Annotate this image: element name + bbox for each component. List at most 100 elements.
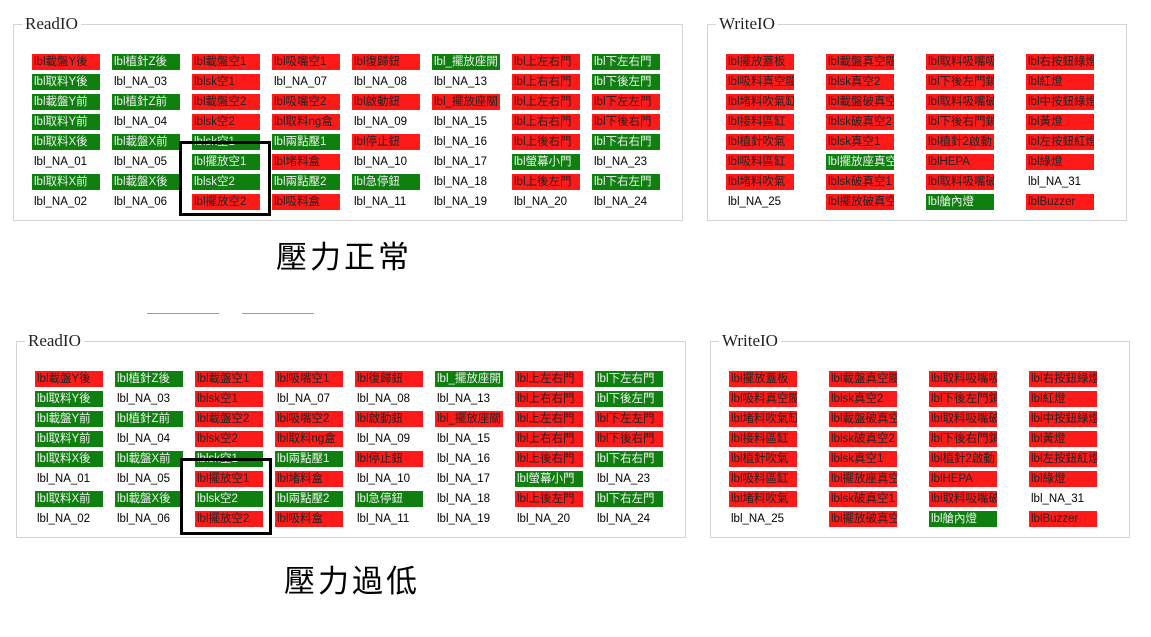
io-label: lbl取料X後 <box>35 451 103 467</box>
readio-group-normal: ReadIO lbl載盤Y後 lbl植針Z後 lbl載盤空1 lbl吸嘴空1 lbl復歸… <box>13 15 683 221</box>
io-label: lbl吸料區缸 <box>726 154 794 170</box>
io-label: lbl取料Y前 <box>32 114 100 130</box>
io-label: lbl啟動鈕 <box>355 411 423 427</box>
io-label: lblsk破真空1 <box>829 491 897 507</box>
io-label: lbl取料吸嘴吸 <box>929 371 997 387</box>
io-label: lbl黃燈 <box>1026 114 1094 130</box>
io-label: lbl載盤空2 <box>195 411 263 427</box>
io-label: lbl堵料吹氣 <box>726 174 794 190</box>
io-label: lbl植針Z後 <box>115 371 183 387</box>
io-label: lblsk空1 <box>195 391 263 407</box>
io-label: lbl取料吸嘴破新 <box>929 491 997 507</box>
io-label: lbl_NA_06 <box>117 513 171 525</box>
io-label: lbl_NA_23 <box>597 473 651 485</box>
io-label: lbl_NA_09 <box>354 116 408 128</box>
io-label: lbl吸料真空閥 <box>726 74 794 90</box>
io-label: lbl艙內燈 <box>929 511 997 527</box>
io-label: lbl_NA_31 <box>1028 176 1082 188</box>
io-label: lbl_NA_18 <box>437 493 491 505</box>
io-label: lbl右按鈕綠燈 <box>1026 54 1094 70</box>
io-label: lbl上左右門 <box>512 54 580 70</box>
io-label: lbl堵料盒 <box>272 154 340 170</box>
io-label: lbl上右右門 <box>515 431 583 447</box>
io-label: lbl吸料真空閥 <box>729 391 797 407</box>
io-label: lbl下後右門鎖 <box>926 114 994 130</box>
separator-line-right <box>242 313 314 314</box>
io-label: lbl載盤X後 <box>115 491 183 507</box>
highlight-box-normal <box>179 141 271 216</box>
io-label: lbl_NA_08 <box>354 76 408 88</box>
readio-grid: lbl載盤Y後 lbl植針Z後 lbl載盤空1 lbl吸嘴空1 lbl復歸鈕 lbl_擺放… <box>32 54 672 210</box>
io-label: lbl_NA_25 <box>731 513 785 525</box>
io-label: lbl_NA_17 <box>437 473 491 485</box>
io-label: lbl_NA_19 <box>437 513 491 525</box>
io-label: lbl堵料吹氣缸 <box>729 411 797 427</box>
io-label: lbl艙內燈 <box>926 194 994 210</box>
io-label: lbl_NA_31 <box>1031 493 1085 505</box>
io-label: lbl上右右門 <box>515 391 583 407</box>
io-label: lblsk破真空2 <box>826 114 894 130</box>
io-label: lbl左按鈕紅燈 <box>1029 451 1097 467</box>
io-label: lblsk空2 <box>192 114 260 130</box>
io-label: lbl吸料盒 <box>275 511 343 527</box>
io-label: lbl堵料吹氣缸 <box>726 94 794 110</box>
io-label: lbl載盤X後 <box>112 174 180 190</box>
io-label: lbl_NA_20 <box>517 513 571 525</box>
io-label: lbl_NA_01 <box>37 473 91 485</box>
io-label: lbl下後右門 <box>592 114 660 130</box>
io-label: lbl下後右門鎖 <box>929 431 997 447</box>
separator-line-left <box>147 313 219 314</box>
io-label: lbl_NA_07 <box>274 76 328 88</box>
io-label: lblBuzzer <box>1026 194 1094 210</box>
io-label: lbl上後右門 <box>515 451 583 467</box>
io-label: lbl_NA_10 <box>357 473 411 485</box>
io-label: lbl上後右門 <box>512 134 580 150</box>
io-label: lbl吸嘴空1 <box>275 371 343 387</box>
io-label: lbl_NA_04 <box>117 433 171 445</box>
io-label: lblsk空2 <box>195 431 263 447</box>
io-label: lbl啟動鈕 <box>352 94 420 110</box>
io-label: lbl取料吸嘴破舊 <box>929 411 997 427</box>
io-label: lbl_NA_05 <box>117 473 171 485</box>
io-label: lbl下後左門 <box>592 74 660 90</box>
io-label: lbl_NA_13 <box>434 76 488 88</box>
io-label: lblsk破真空1 <box>826 174 894 190</box>
io-label: lblBuzzer <box>1029 511 1097 527</box>
io-label: lbl取料X後 <box>32 134 100 150</box>
io-label: lbl兩點壓2 <box>275 491 343 507</box>
io-label: lbl_NA_16 <box>437 453 491 465</box>
io-label: lbl_NA_04 <box>114 116 168 128</box>
io-label: lblsk破真空2 <box>829 431 897 447</box>
io-label: lbl_NA_10 <box>354 156 408 168</box>
io-label: lbl擺放破真空 <box>829 511 897 527</box>
io-label: lbl上左右門 <box>515 411 583 427</box>
io-label: lbl_NA_03 <box>114 76 168 88</box>
io-label: lbl螢幕小門 <box>512 154 580 170</box>
writeio-legend: WriteIO <box>719 332 781 350</box>
io-label: lbl擺放座真空 <box>829 471 897 487</box>
io-label: lbl載盤空2 <box>192 94 260 110</box>
io-label: lbl復歸鈕 <box>352 54 420 70</box>
io-label: lbl_擺放座開 <box>432 54 500 70</box>
io-label: lbl_擺放座開 <box>435 371 503 387</box>
caption-low: 壓力過低 <box>284 564 420 600</box>
io-label: lbl_NA_08 <box>357 393 411 405</box>
io-label: lbl急停鈕 <box>355 491 423 507</box>
io-label: lbl綠燈 <box>1026 154 1094 170</box>
writeio-grid: lbl擺放蓋板 lbl載盤真空閥 lbl取料吸嘴吸 lbl右按鈕綠燈 lbl吸料真空閥 l… <box>726 54 1126 210</box>
io-label: lbl_NA_15 <box>434 116 488 128</box>
io-label: lbl植針Z前 <box>112 94 180 110</box>
readio-legend: ReadIO <box>25 332 84 350</box>
io-label: lbl下左右門 <box>592 54 660 70</box>
io-label: lbl吸嘴空2 <box>275 411 343 427</box>
io-label: lbl下後左門鎖 <box>929 391 997 407</box>
io-label: lbl黃燈 <box>1029 431 1097 447</box>
io-label: lbl上後左門 <box>512 174 580 190</box>
highlight-box-low <box>180 458 272 535</box>
io-label: lbl急停鈕 <box>352 174 420 190</box>
io-label: lbl下右右門 <box>592 134 660 150</box>
readio-grid: lbl載盤Y後 lbl植針Z後 lbl載盤空1 lbl吸嘴空1 lbl復歸鈕 lbl_擺放… <box>35 371 675 527</box>
io-label: lbl_NA_20 <box>514 196 568 208</box>
io-label: lbl紅燈 <box>1026 74 1094 90</box>
io-label: lbl_NA_24 <box>597 513 651 525</box>
